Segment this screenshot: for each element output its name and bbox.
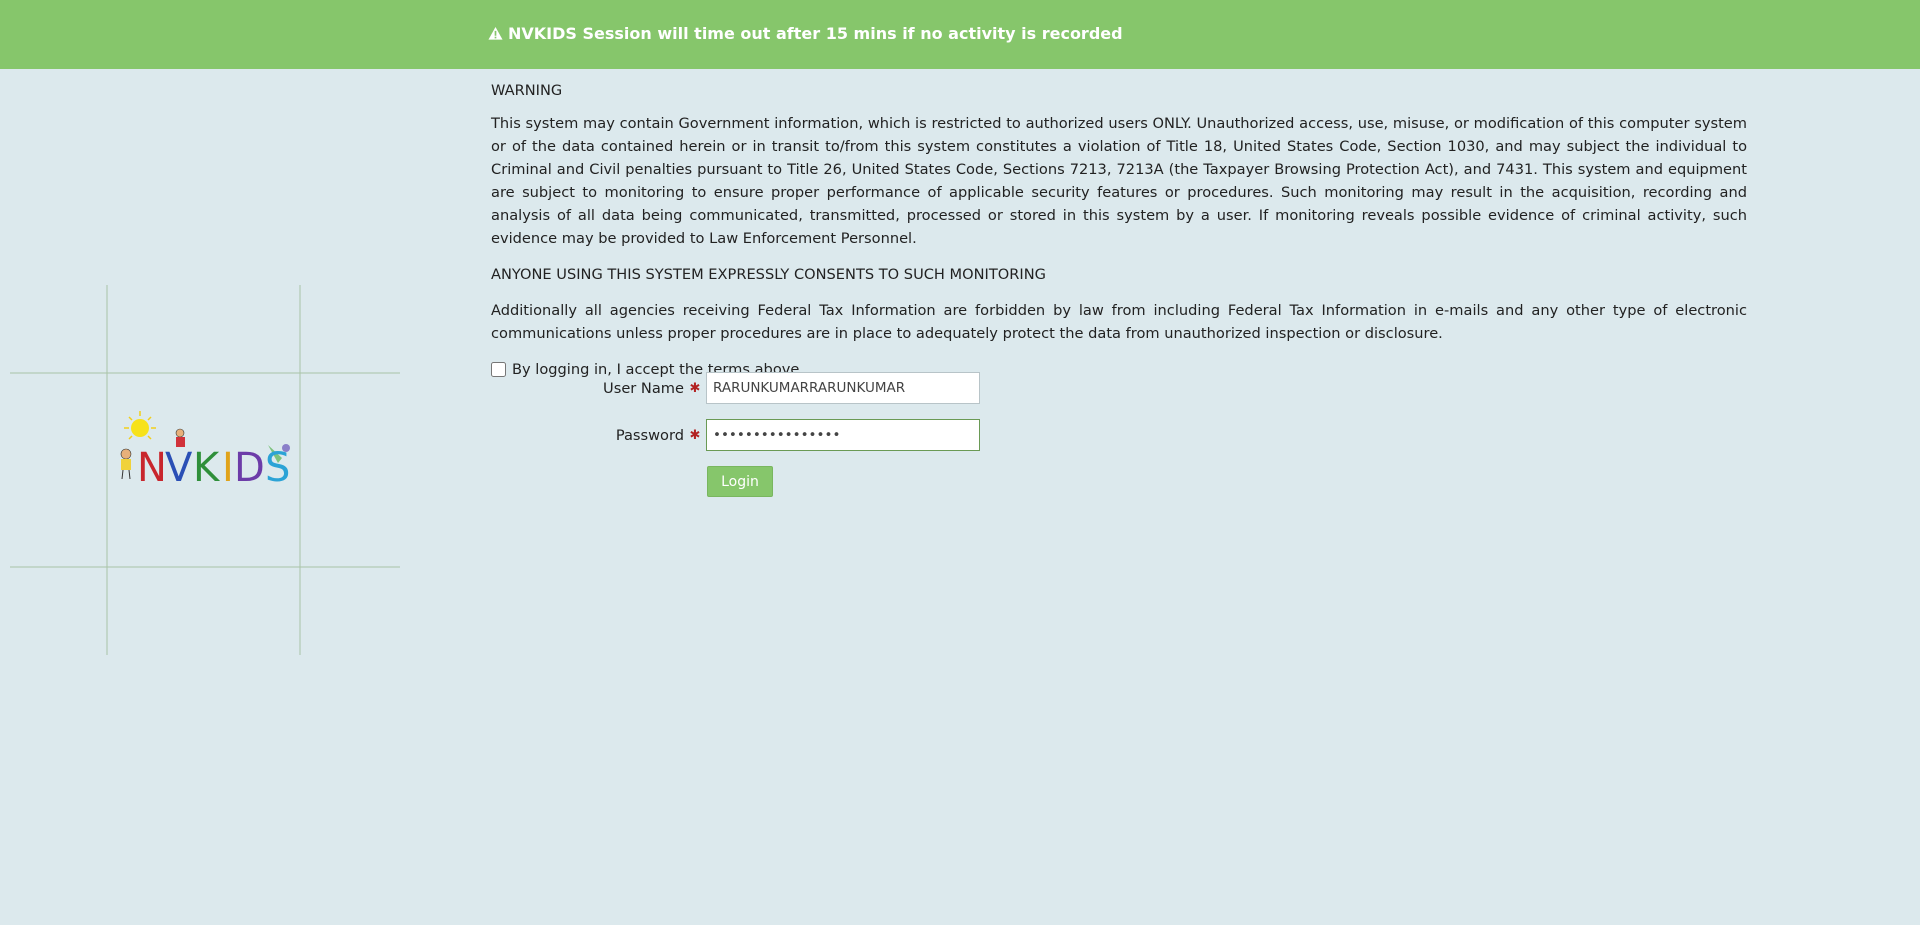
warning-body-text: This system may contain Government infor… bbox=[491, 115, 1747, 247]
svg-text:V: V bbox=[165, 445, 193, 491]
banner-content: NVKIDS Session will time out after 15 mi… bbox=[488, 24, 1123, 43]
svg-text:S: S bbox=[265, 445, 290, 491]
required-asterisk-icon: ✱ bbox=[689, 427, 701, 443]
svg-text:I: I bbox=[222, 445, 234, 491]
svg-text:N: N bbox=[137, 445, 167, 491]
password-input[interactable] bbox=[706, 419, 980, 451]
consent-statement: ANYONE USING THIS SYSTEM EXPRESSLY CONSE… bbox=[491, 266, 1046, 283]
additional-notice: Additionally all agencies receiving Fede… bbox=[491, 302, 1747, 342]
notice-section: WARNING This system may contain Governme… bbox=[491, 79, 1747, 381]
username-row: User Name ✱ bbox=[491, 372, 980, 404]
nvkids-logo: N V K I D S bbox=[10, 285, 400, 655]
login-button[interactable]: Login bbox=[707, 466, 773, 497]
svg-text:D: D bbox=[234, 445, 265, 491]
password-label: Password bbox=[615, 426, 684, 444]
username-input[interactable] bbox=[706, 372, 980, 404]
warning-heading: WARNING bbox=[491, 82, 563, 99]
svg-text:K: K bbox=[193, 445, 221, 491]
username-label: User Name bbox=[603, 379, 684, 397]
banner-text: NVKIDS Session will time out after 15 mi… bbox=[508, 24, 1123, 43]
warning-triangle-icon bbox=[488, 26, 503, 41]
sun-icon bbox=[124, 411, 156, 440]
password-row: Password ✱ bbox=[491, 419, 980, 451]
session-timeout-banner: NVKIDS Session will time out after 15 mi… bbox=[0, 0, 1920, 69]
required-asterisk-icon: ✱ bbox=[689, 380, 701, 396]
